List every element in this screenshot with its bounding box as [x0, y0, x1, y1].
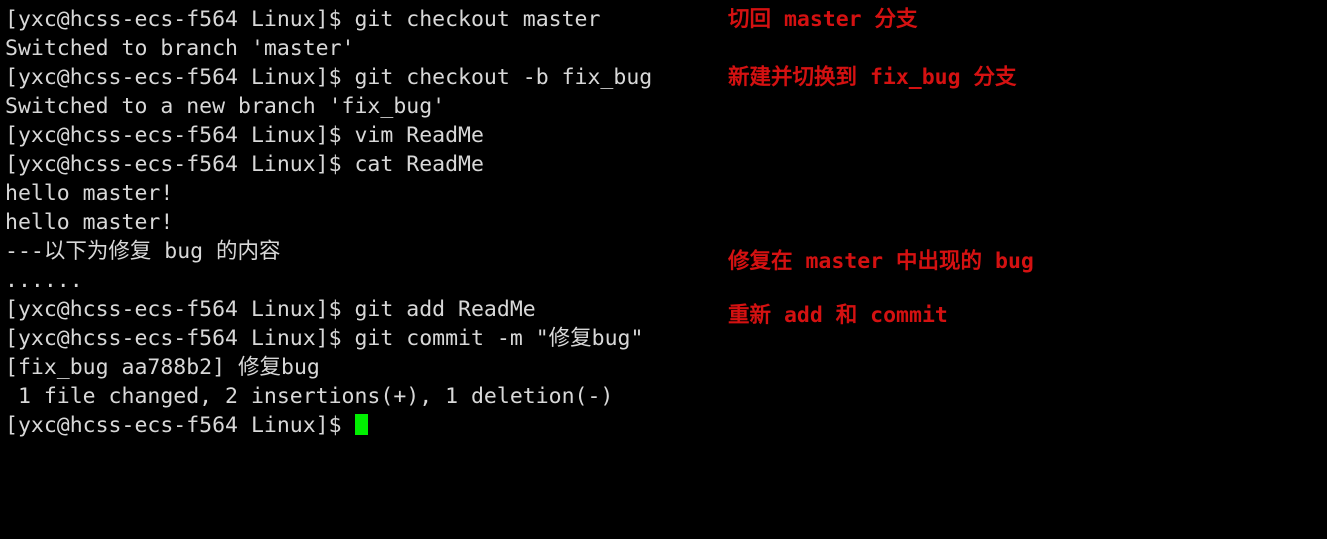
- terminal-line: 1 file changed, 2 insertions(+), 1 delet…: [5, 384, 614, 409]
- annotation-new-branch: 新建并切换到 fix_bug 分支: [728, 65, 1017, 90]
- terminal-window[interactable]: [yxc@hcss-ecs-f564 Linux]$ git checkout …: [0, 0, 1327, 539]
- terminal-line: ......: [5, 268, 83, 293]
- terminal-line: [yxc@hcss-ecs-f564 Linux]$ vim ReadMe: [5, 123, 484, 148]
- terminal-line: [yxc@hcss-ecs-f564 Linux]$ git checkout …: [5, 7, 601, 32]
- annotation-fix-bug: 修复在 master 中出现的 bug: [728, 249, 1034, 274]
- annotation-add-commit: 重新 add 和 commit: [728, 303, 948, 328]
- terminal-cursor: [354, 414, 368, 435]
- terminal-line: hello master!: [5, 210, 174, 235]
- terminal-line: [fix_bug aa788b2] 修复bug: [5, 355, 320, 380]
- terminal-line: [yxc@hcss-ecs-f564 Linux]$ git add ReadM…: [5, 297, 536, 322]
- terminal-line: [yxc@hcss-ecs-f564 Linux]$ cat ReadMe: [5, 152, 484, 177]
- terminal-line: hello master!: [5, 181, 174, 206]
- terminal-line: Switched to branch 'master': [5, 36, 355, 61]
- terminal-line: Switched to a new branch 'fix_bug': [5, 94, 446, 119]
- terminal-line: [yxc@hcss-ecs-f564 Linux]$ git commit -m…: [5, 326, 644, 351]
- terminal-prompt: [yxc@hcss-ecs-f564 Linux]$: [5, 413, 355, 438]
- terminal-output: [yxc@hcss-ecs-f564 Linux]$ git checkout …: [5, 5, 705, 440]
- terminal-line: ---以下为修复 bug 的内容: [5, 239, 281, 264]
- terminal-prompt-line[interactable]: [yxc@hcss-ecs-f564 Linux]$: [5, 411, 705, 440]
- terminal-line: [yxc@hcss-ecs-f564 Linux]$ git checkout …: [5, 65, 653, 90]
- annotation-checkout-master: 切回 master 分支: [728, 7, 918, 32]
